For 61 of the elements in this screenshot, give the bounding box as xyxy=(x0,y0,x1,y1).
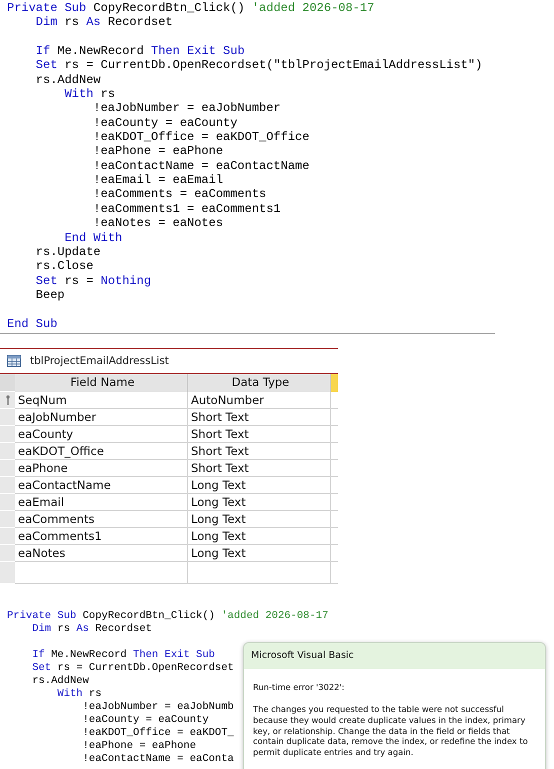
code-line: !eaEmail = eaEmail xyxy=(93,173,224,188)
error-code: Run-time error '3022': xyxy=(253,682,346,692)
code-line: Dim rs As Recordset xyxy=(32,622,152,636)
code-line: If Me.NewRecord Then Exit Sub xyxy=(32,648,215,662)
code-line: Set rs = CurrentDb.OpenRecordset("tblProjectEmailAddressList") xyxy=(36,58,482,73)
table-cell: Short Text xyxy=(188,460,331,477)
table-cell: Long Text xyxy=(188,476,331,494)
table-cell: eaComments1 xyxy=(15,528,188,545)
table-title: tblProjectEmailAddressList xyxy=(30,354,169,367)
table-cell: eaPhone xyxy=(15,460,188,477)
code-line: !eaContactName = eaContactName xyxy=(93,158,310,174)
table-cell: Long Text xyxy=(188,528,331,545)
code-line: With rs xyxy=(64,87,116,102)
code-line: !eaContactName = eaConta xyxy=(82,752,234,766)
code-line: End With xyxy=(64,230,122,245)
table-cell: eaCounty xyxy=(15,426,188,443)
code-line: !eaKDOT_Office = eaKDOT_Office xyxy=(93,130,310,144)
highlighted-column-header xyxy=(331,374,338,392)
code-line: !eaComments1 = eaComments1 xyxy=(93,202,281,216)
table-cell: eaKDOT_Office xyxy=(15,442,188,460)
dialog-title: Microsoft Visual Basic xyxy=(244,642,545,669)
code-line: !eaKDOT_Office = eaKDOT_ xyxy=(82,726,234,740)
table-cell: AutoNumber xyxy=(188,392,331,409)
code-line: !eaJobNumber = eaJobNumber xyxy=(93,101,281,116)
code-line: Private Sub CopyRecordBtn_Click() 'added 2026-08-17 xyxy=(7,610,328,623)
table-cell: eaEmail xyxy=(15,494,188,511)
table-cell: eaNotes xyxy=(15,544,188,562)
table-cell: Long Text xyxy=(188,510,331,528)
table-cell: eaComments xyxy=(15,510,188,528)
table-cell: SeqNum xyxy=(15,392,188,409)
code-line: With rs xyxy=(57,688,102,701)
table-cell: Short Text xyxy=(188,408,331,426)
table-icon xyxy=(7,354,21,367)
code-line: Set rs = Nothing xyxy=(36,274,152,288)
column-header: Field Name xyxy=(15,374,188,392)
code-line: !eaJobNumber = eaJobNumb xyxy=(82,700,234,714)
code-line: !eaNotes = eaNotes xyxy=(93,216,224,230)
code-line: rs.Close xyxy=(36,259,94,274)
code-line: Set rs = CurrentDb.OpenRecordset xyxy=(32,662,234,675)
code-line: !eaComments = eaComments xyxy=(93,187,266,202)
code-line: rs.AddNew xyxy=(32,674,89,688)
table-cell: eaJobNumber xyxy=(15,408,188,426)
code-line: If Me.NewRecord Then Exit Sub xyxy=(36,44,245,58)
code-line: !eaCounty = eaCounty xyxy=(82,714,209,727)
table-cell: eaContactName xyxy=(15,476,188,494)
code-line: !eaCounty = eaCounty xyxy=(93,116,238,130)
code-line: End Sub xyxy=(7,316,58,331)
row-selector[interactable] xyxy=(0,392,15,409)
code-line: Private Sub CopyRecordBtn_Click() 'added 2026-08-17 xyxy=(7,1,374,16)
code-line: Beep xyxy=(36,288,65,302)
select-all-corner[interactable] xyxy=(0,374,15,392)
error-message: The changes you requested to the table were not successful because they would create duplicate values in the index, primary key, or relationship. Change the data in the field or fields that contain duplicate data, remove the index, or redefine the index to permit duplicate entries and try again. xyxy=(253,704,529,758)
table-cell: Long Text xyxy=(188,494,331,511)
table-cell: Short Text xyxy=(188,426,331,443)
table-cell: Short Text xyxy=(188,442,331,460)
table-cell: Long Text xyxy=(188,544,331,562)
code-line: rs.Update xyxy=(36,244,101,260)
code-line: rs.AddNew xyxy=(36,72,101,88)
code-line: !eaPhone = eaPhone xyxy=(82,740,196,753)
code-line: !eaPhone = eaPhone xyxy=(93,144,224,159)
code-line: Dim rs As Recordset xyxy=(36,15,173,30)
